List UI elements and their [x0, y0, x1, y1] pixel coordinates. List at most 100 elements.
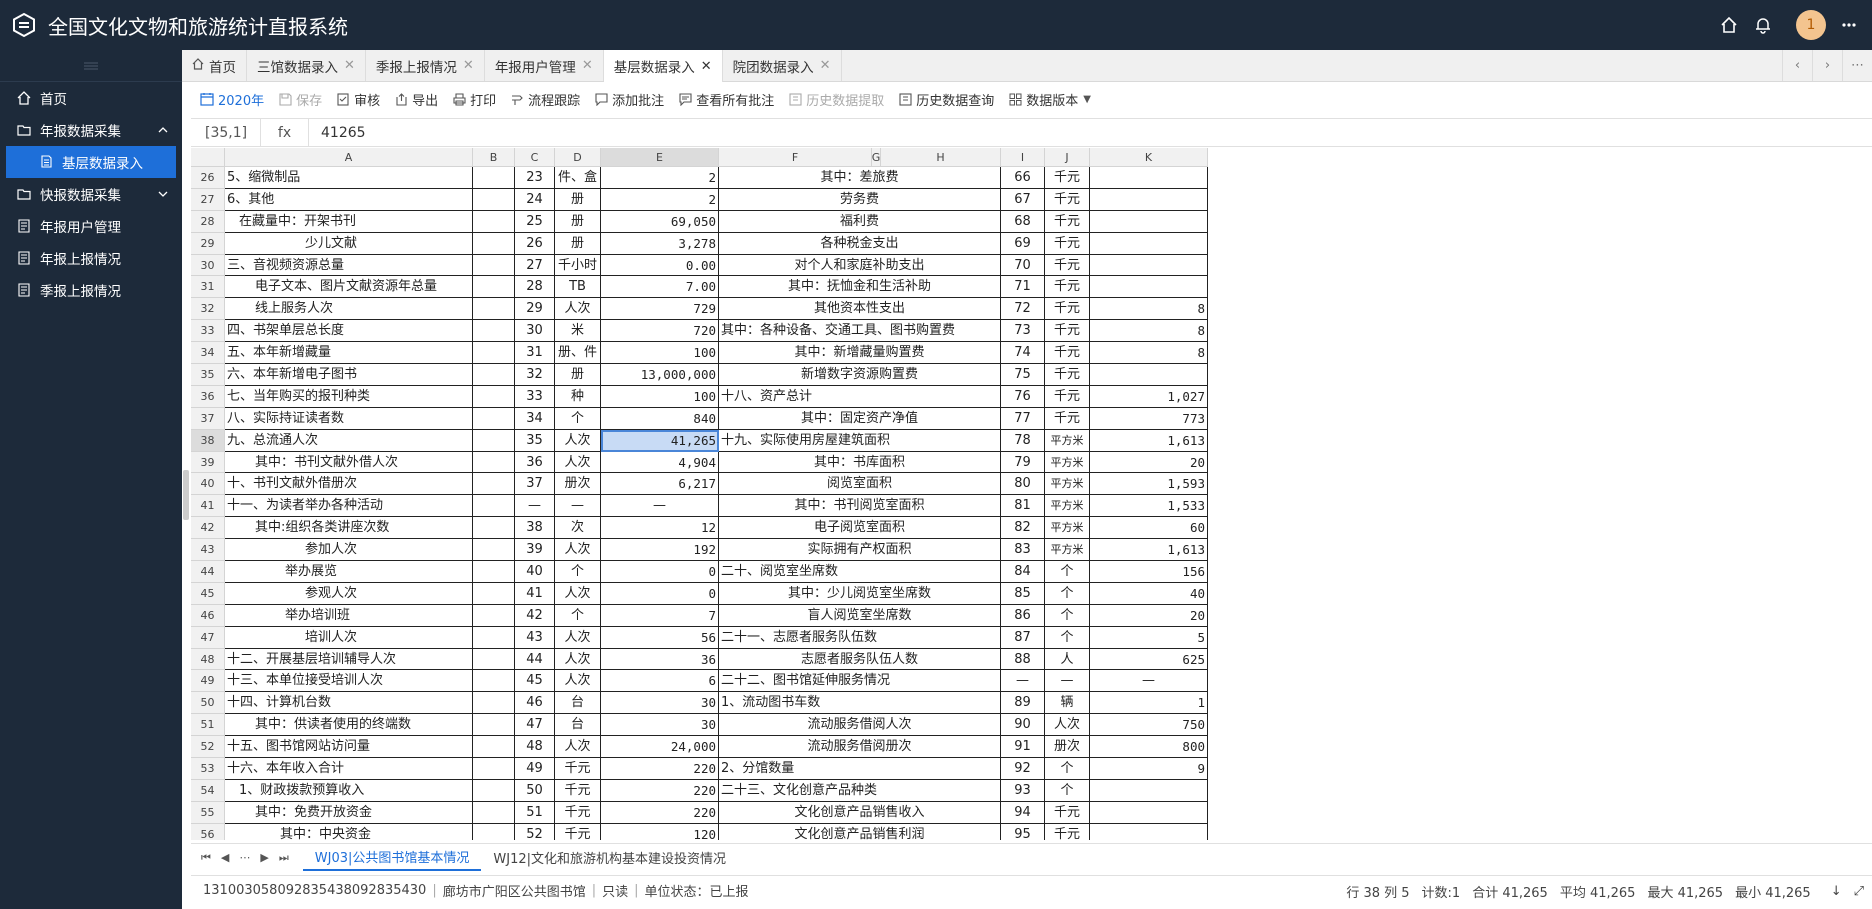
cell-null[interactable] — [473, 692, 515, 715]
cell-a[interactable]: 5、缩微制品 — [225, 167, 473, 189]
cell-j[interactable]: 人 — [1045, 648, 1090, 671]
cell-a[interactable]: 培训人次 — [225, 626, 473, 649]
cell-f[interactable]: 电子阅览室面积 — [719, 517, 1001, 540]
cell-a[interactable]: 举办展览 — [225, 561, 473, 583]
row-header[interactable]: 29 — [191, 232, 225, 255]
row-header[interactable]: 37 — [191, 407, 225, 430]
column-header[interactable]: G — [872, 148, 881, 167]
cell-f[interactable]: 其中：固定资产净值 — [719, 407, 1001, 430]
cell-f[interactable]: 流动服务借阅人次 — [719, 714, 1001, 737]
cell-c[interactable]: 28 — [515, 276, 555, 299]
cell-c[interactable]: 45 — [515, 670, 555, 693]
panel-splitter[interactable] — [183, 470, 189, 520]
cell-f[interactable]: 志愿者服务队伍人数 — [719, 648, 1001, 671]
cell-a[interactable]: 电子文本、图片文献资源年总量 — [225, 276, 473, 299]
tab-home[interactable]: 首页 — [182, 50, 247, 81]
cell-j[interactable]: 个 — [1045, 779, 1090, 802]
cell-e[interactable]: 6 — [601, 670, 719, 693]
cell-d[interactable]: 人次 — [555, 451, 601, 474]
cell-j[interactable]: 平方米 — [1045, 473, 1090, 496]
cell-null[interactable] — [473, 276, 515, 299]
audit-button[interactable]: 审核 — [336, 90, 380, 109]
row-header[interactable]: 40 — [191, 473, 225, 496]
cell-a[interactable]: 其中：供读者使用的终端数 — [225, 714, 473, 737]
cell-c[interactable]: 24 — [515, 188, 555, 211]
cell-f[interactable]: 劳务费 — [719, 188, 1001, 211]
cell-f[interactable]: 其中：差旅费 — [719, 167, 1001, 189]
row-header[interactable]: 49 — [191, 670, 225, 693]
cell-e[interactable]: 6,217 — [601, 473, 719, 496]
cell-k[interactable]: 8 — [1090, 320, 1208, 343]
cell-d[interactable]: 册 — [555, 364, 601, 386]
cell-i[interactable]: 92 — [1001, 758, 1045, 780]
row-header[interactable]: 43 — [191, 539, 225, 562]
cell-i[interactable]: 72 — [1001, 298, 1045, 321]
cell-e[interactable]: 30 — [601, 692, 719, 715]
cell-e[interactable]: 100 — [601, 342, 719, 365]
cell-k[interactable]: 1,533 — [1090, 495, 1208, 518]
cell-k[interactable]: 1,613 — [1090, 539, 1208, 562]
cell-j[interactable]: 个 — [1045, 604, 1090, 627]
cell-e[interactable]: 56 — [601, 626, 719, 649]
cell-e[interactable]: 30 — [601, 714, 719, 737]
chevron-right-icon[interactable]: › — [1812, 50, 1842, 81]
cell-e[interactable]: 100 — [601, 385, 719, 408]
avatar[interactable]: 1 — [1796, 10, 1826, 40]
cell-null[interactable] — [473, 188, 515, 211]
cell-k[interactable]: 9 — [1090, 758, 1208, 780]
cell-e[interactable]: 120 — [601, 823, 719, 840]
cell-k[interactable] — [1090, 167, 1208, 189]
cell-k[interactable] — [1090, 801, 1208, 824]
cell-e[interactable]: 41,265 — [601, 429, 719, 452]
column-header[interactable]: B — [473, 148, 515, 167]
cell-j[interactable]: 个 — [1045, 561, 1090, 583]
cell-k[interactable]: — — [1090, 670, 1208, 693]
cell-e[interactable]: 720 — [601, 320, 719, 343]
cell-k[interactable]: 625 — [1090, 648, 1208, 671]
row-header[interactable]: 53 — [191, 758, 225, 780]
sheet-nav-next-icon[interactable]: ▶ — [260, 851, 268, 864]
close-icon[interactable]: ✕ — [820, 58, 831, 73]
cell-d[interactable]: 人次 — [555, 582, 601, 605]
cell-f[interactable]: 实际拥有产权面积 — [719, 539, 1001, 562]
sidebar-item-quarterly-report-status[interactable]: 季报上报情况 — [0, 274, 182, 306]
cell-j[interactable]: 平方米 — [1045, 539, 1090, 562]
row-header[interactable]: 41 — [191, 495, 225, 518]
row-header[interactable]: 44 — [191, 561, 225, 583]
row-header[interactable]: 45 — [191, 582, 225, 605]
cell-a[interactable]: 九、总流通人次 — [225, 429, 473, 452]
row-header[interactable]: 38 — [191, 429, 225, 452]
column-header[interactable]: K — [1090, 148, 1208, 167]
cell-e[interactable]: 36 — [601, 648, 719, 671]
cell-i[interactable]: 68 — [1001, 210, 1045, 233]
cell-null[interactable] — [473, 407, 515, 430]
cell-j[interactable]: 平方米 — [1045, 429, 1090, 452]
add-note-button[interactable]: 添加批注 — [594, 90, 664, 109]
sidebar-collapse-handle[interactable] — [0, 50, 182, 82]
column-header[interactable]: E — [601, 148, 719, 167]
cell-f[interactable]: 文化创意产品销售利润 — [719, 823, 1001, 840]
sheet-nav-last-icon[interactable]: ⏭ — [279, 851, 289, 865]
cell-c[interactable]: 26 — [515, 232, 555, 255]
cell-a[interactable]: 6、其他 — [225, 188, 473, 211]
cell-null[interactable] — [473, 626, 515, 649]
cell-e[interactable]: 69,050 — [601, 210, 719, 233]
cell-d[interactable]: 个 — [555, 407, 601, 430]
cell-a[interactable]: 十五、图书馆网站访问量 — [225, 736, 473, 759]
cell-f[interactable]: 二十、阅览室坐席数 — [719, 561, 1001, 583]
cell-null[interactable] — [473, 736, 515, 759]
row-header[interactable]: 52 — [191, 736, 225, 759]
cell-a[interactable]: 其中：免费开放资金 — [225, 801, 473, 824]
row-header[interactable]: 31 — [191, 276, 225, 299]
row-header[interactable]: 55 — [191, 801, 225, 824]
cell-j[interactable]: 千元 — [1045, 342, 1090, 365]
cell-k[interactable]: 8 — [1090, 342, 1208, 365]
chevron-left-icon[interactable]: ‹ — [1782, 50, 1812, 81]
cell-e[interactable]: 0 — [601, 582, 719, 605]
cell-k[interactable]: 1 — [1090, 692, 1208, 715]
column-header[interactable]: C — [515, 148, 555, 167]
cell-k[interactable]: 750 — [1090, 714, 1208, 737]
sheet-tab-wj03[interactable]: WJ03|公共图书馆基本情况 — [302, 845, 482, 871]
cell-c[interactable]: 51 — [515, 801, 555, 824]
cell-e[interactable]: 220 — [601, 758, 719, 780]
